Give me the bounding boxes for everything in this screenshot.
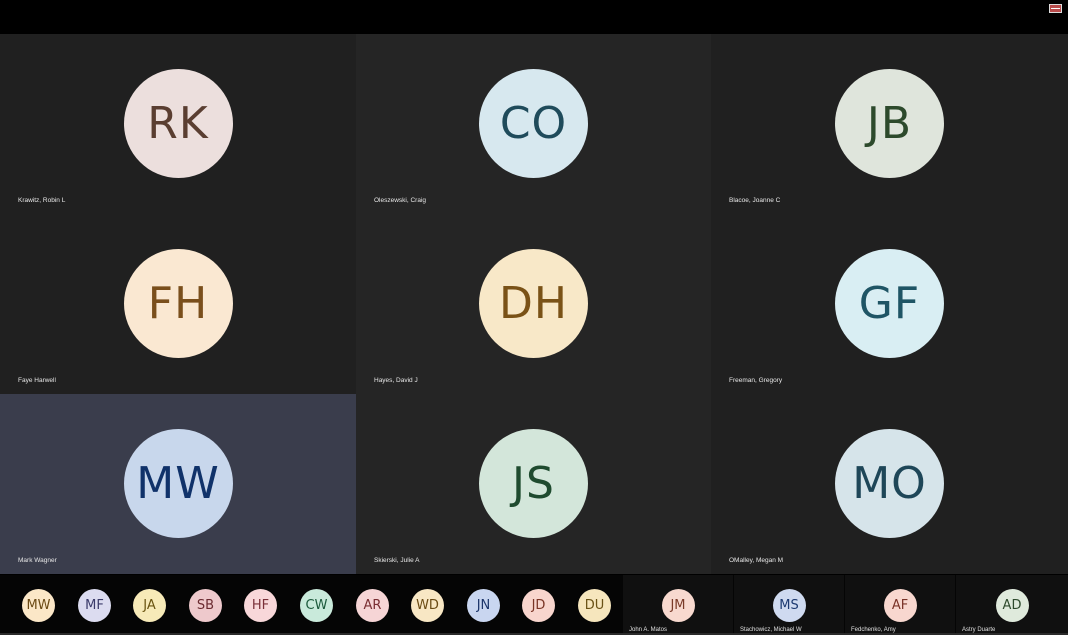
strip-avatar[interactable]: JD bbox=[522, 589, 555, 622]
participant-tile[interactable]: JB Blacoe, Joanne C bbox=[711, 34, 1068, 214]
participant-avatar: FH bbox=[123, 249, 233, 358]
participant-tile[interactable]: CO Oleszewski, Craig bbox=[356, 34, 711, 214]
strip-avatar: JM bbox=[661, 589, 695, 622]
strip-avatar[interactable]: SB bbox=[189, 589, 222, 622]
participant-tile[interactable]: FH Faye Harwell bbox=[0, 214, 356, 394]
strip-avatar[interactable]: JN bbox=[467, 589, 500, 622]
flag-icon[interactable] bbox=[1049, 4, 1062, 13]
participant-tile[interactable]: MW Mark Wagner bbox=[0, 394, 356, 574]
strip-avatar[interactable]: AR bbox=[356, 589, 389, 622]
participant-name: Hayes, David J bbox=[374, 377, 418, 384]
top-bar bbox=[0, 0, 1068, 34]
strip-avatar: AD bbox=[995, 589, 1029, 622]
strip-avatar[interactable]: MF bbox=[78, 589, 111, 622]
participant-name: Faye Harwell bbox=[18, 377, 56, 384]
participant-name: Skierski, Julie A bbox=[374, 557, 420, 564]
strip-participant-name: Stachowicz, Michael W bbox=[740, 627, 802, 633]
participant-name: Blacoe, Joanne C bbox=[729, 197, 781, 204]
strip-avatar: AF bbox=[883, 589, 917, 622]
participant-avatar: GF bbox=[835, 249, 944, 358]
strip-participant-name: Fedchenko, Amy bbox=[851, 627, 896, 633]
strip-avatar[interactable]: CW bbox=[300, 589, 333, 622]
participant-tile[interactable]: GF Freeman, Gregory bbox=[711, 214, 1068, 394]
strip-avatar[interactable]: WD bbox=[411, 589, 444, 622]
participant-name: Oleszewski, Craig bbox=[374, 197, 427, 204]
strip-participant-name: John A. Matos bbox=[629, 627, 668, 633]
strip-avatar[interactable]: MW bbox=[22, 589, 55, 622]
strip-avatar[interactable]: DU bbox=[578, 589, 611, 622]
participant-name: OMalley, Megan M bbox=[729, 557, 784, 564]
participant-name: Krawitz, Robin L bbox=[18, 197, 66, 204]
participant-avatar: MO bbox=[835, 429, 944, 538]
participant-name: Freeman, Gregory bbox=[729, 377, 783, 384]
strip-avatar[interactable]: JA bbox=[133, 589, 166, 622]
participant-avatar: CO bbox=[479, 69, 588, 178]
strip-avatar[interactable]: HF bbox=[244, 589, 277, 622]
participant-avatar: RK bbox=[123, 69, 233, 178]
strip-participant-name: Astry Duarte bbox=[962, 627, 996, 633]
participant-tile[interactable]: DH Hayes, David J bbox=[356, 214, 711, 394]
participant-tile[interactable]: RK Krawitz, Robin L bbox=[0, 34, 356, 214]
participant-tile[interactable]: MO OMalley, Megan M bbox=[711, 394, 1068, 574]
participant-avatar: JS bbox=[479, 429, 588, 538]
participant-tile[interactable]: JS Skierski, Julie A bbox=[356, 394, 711, 574]
strip-video-tile[interactable]: AD Astry Duarte bbox=[956, 575, 1068, 633]
strip-avatar: MS bbox=[772, 589, 806, 622]
participant-avatar: DH bbox=[479, 249, 588, 358]
participant-avatar: MW bbox=[123, 429, 233, 538]
strip-video-tile[interactable]: JM John A. Matos bbox=[623, 575, 733, 633]
participant-grid: RK Krawitz, Robin L CO Oleszewski, Craig JB B… bbox=[0, 34, 1068, 574]
participant-strip: MW MF JA SB HF CW AR WD JN JD DU JM John A. Matos MS S… bbox=[0, 575, 1068, 635]
strip-video-tile[interactable]: MS Stachowicz, Michael W bbox=[734, 575, 844, 633]
strip-video-tile[interactable]: AF Fedchenko, Amy bbox=[845, 575, 955, 633]
participant-avatar: JB bbox=[835, 69, 944, 178]
participant-name: Mark Wagner bbox=[18, 557, 57, 564]
